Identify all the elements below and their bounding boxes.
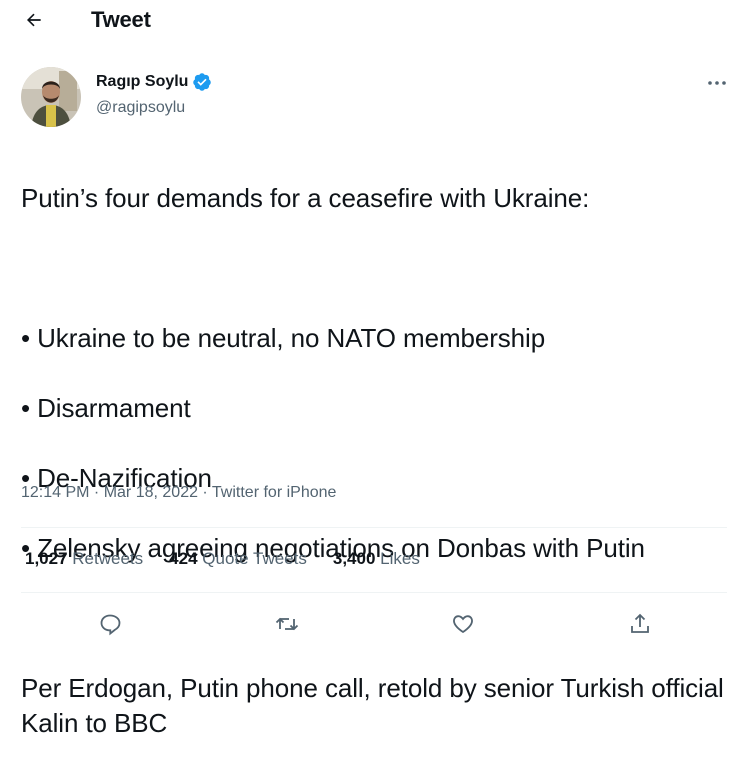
retweets-stat[interactable]: 1,027 Retweets: [25, 549, 143, 569]
retweet-icon: [275, 617, 299, 631]
divider: [21, 527, 727, 528]
tweet-line-blank: [21, 251, 733, 286]
likes-label: Likes: [380, 549, 420, 568]
heart-icon: [453, 615, 473, 634]
avatar-image: [21, 67, 81, 127]
likes-count: 3,400: [332, 549, 376, 568]
tweet-timestamp[interactable]: 12:14 PM · Mar 18, 2022 · Twitter for iP…: [21, 484, 336, 502]
likes-stat[interactable]: 3,400 Likes: [333, 549, 420, 569]
retweets-label: Retweets: [72, 549, 144, 568]
back-button[interactable]: [18, 4, 50, 36]
back-arrow-icon: [27, 13, 41, 27]
tweet-line: Putin’s four demands for a ceasefire wit…: [21, 183, 590, 213]
page-title: Tweet: [91, 7, 151, 32]
quote-tweets-label: Quote Tweets: [202, 549, 307, 568]
share-icon: [631, 613, 649, 633]
header: Tweet: [0, 0, 746, 40]
quote-tweets-stat[interactable]: 424 Quote Tweets: [169, 549, 307, 569]
retweet-button[interactable]: [272, 612, 302, 638]
reply-icon: [100, 614, 121, 636]
share-button[interactable]: [625, 612, 655, 638]
retweets-count: 1,027: [25, 549, 68, 568]
avatar[interactable]: [21, 67, 81, 127]
tweet-line: • Disarmament: [21, 393, 191, 423]
more-options-button[interactable]: [702, 70, 732, 96]
author-name[interactable]: Ragıp Soylu: [96, 73, 188, 91]
more-dots-icon: [708, 81, 726, 85]
reply-button[interactable]: [95, 612, 125, 638]
author-name-row[interactable]: Ragıp Soylu: [96, 72, 212, 92]
tweet-line: Per Erdogan, Putin phone call, retold by…: [21, 673, 724, 738]
action-bar: [0, 606, 746, 636]
divider: [21, 592, 727, 593]
tweet-text: Putin’s four demands for a ceasefire wit…: [21, 146, 733, 776]
verified-badge-icon: [193, 73, 212, 91]
author-handle[interactable]: @ragipsoylu: [96, 99, 185, 117]
like-button[interactable]: [448, 612, 478, 638]
tweet-line: • Ukraine to be neutral, no NATO members…: [21, 323, 546, 353]
tweet-stats: 1,027 Retweets 424 Quote Tweets 3,400 Li…: [25, 549, 420, 569]
quote-tweets-count: 424: [169, 549, 198, 568]
